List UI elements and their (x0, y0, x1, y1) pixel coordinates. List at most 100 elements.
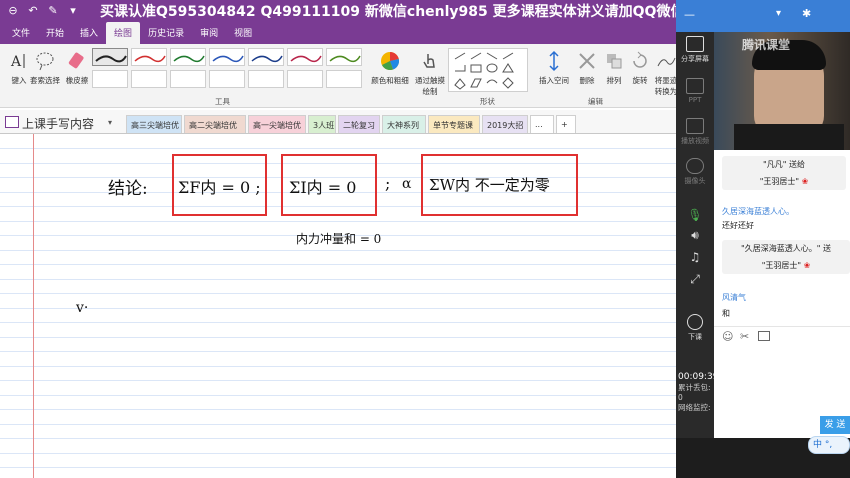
pin-icon[interactable]: ✱ (802, 7, 811, 20)
quick-access-dropdown-icon[interactable]: ▾ (66, 4, 80, 18)
pen-green[interactable] (170, 48, 206, 66)
pen-slot-empty[interactable] (287, 70, 323, 88)
ruled-line (0, 351, 676, 352)
gift-recipient: "王羽居士" (759, 177, 800, 186)
speaker-icon[interactable]: 🔊︎ (676, 228, 714, 243)
ruled-line (0, 148, 676, 149)
section-tab[interactable]: + (556, 115, 576, 133)
lasso-select-button[interactable]: 套索选择 (28, 48, 62, 98)
image-icon[interactable] (758, 331, 770, 341)
section-tab[interactable]: 单节专题课 (428, 115, 480, 133)
pen-slot-empty[interactable] (209, 70, 245, 88)
pen-olive[interactable] (326, 48, 362, 66)
share-screen-icon (686, 36, 704, 52)
insert-space-label: 插入空间 (539, 76, 569, 85)
mic-icon[interactable]: 🎙︎ (676, 208, 714, 222)
chat-user-2[interactable]: 风清气 (722, 292, 746, 303)
section-tab[interactable]: 二轮复习 (338, 115, 380, 133)
ink-to-shape-icon (657, 57, 676, 67)
lasso-label: 套索选择 (30, 76, 60, 85)
pen-stroke-icon (173, 55, 205, 63)
pen-darkblue[interactable] (248, 48, 284, 66)
section-tab[interactable]: 3人班 (308, 115, 336, 133)
color-label: 颜色和粗细 (371, 76, 409, 85)
equation-work: ΣW内 不一定为零 (429, 176, 550, 194)
panel-dropdown-icon[interactable]: ▾ (776, 8, 781, 19)
notebook-icon[interactable] (5, 116, 19, 128)
conclusion-label: 结论: (108, 179, 148, 199)
arrange-label: 排列 (606, 76, 622, 85)
pen-slot-empty[interactable] (326, 70, 362, 88)
pen-stroke-icon (290, 55, 322, 63)
end-class-button[interactable]: 下课 (676, 314, 714, 342)
insert-space-icon (549, 50, 559, 72)
note-page[interactable]: 结论: ΣF内 = 0 ; ΣI内 = 0 ; α ΣW内 不一定为零 内力冲量… (0, 134, 676, 478)
gift-message-2: "久居深海蓝透人心。" 送 "王羽居士" ❀ (722, 240, 850, 274)
undo-icon[interactable]: ↶ (26, 4, 40, 18)
notebook-dropdown-icon[interactable]: ▾ (108, 118, 112, 127)
arrange-icon (607, 54, 622, 69)
back-icon[interactable]: ⊖ (6, 4, 20, 18)
play-video-icon (686, 118, 704, 134)
pen-black[interactable] (92, 48, 128, 66)
section-tab[interactable]: 高三尖端培优 (126, 115, 182, 133)
page-margin-line (33, 134, 34, 478)
section-tab[interactable]: 高二尖端培优 (184, 115, 246, 133)
panel-minimize-icon[interactable]: — (684, 8, 695, 21)
ruled-line (0, 423, 676, 425)
chat-user-1[interactable]: 久居深海蓝透人心。 (722, 206, 794, 217)
tab-review[interactable]: 审阅 (192, 22, 226, 44)
ruled-line (0, 394, 676, 396)
pen-slot-empty[interactable] (170, 70, 206, 88)
tab-view[interactable]: 视图 (226, 22, 260, 44)
section-tab[interactable]: 大神系列 (382, 115, 426, 133)
fullscreen-icon[interactable]: ⤢ (676, 272, 714, 287)
tab-history[interactable]: 历史记录 (140, 22, 192, 44)
eraser-label: 橡皮擦 (65, 76, 89, 85)
ruled-line (0, 380, 676, 381)
share-label: 分享屏幕 (681, 55, 709, 63)
shapes-gallery[interactable] (448, 48, 528, 92)
section-tab[interactable]: 高一尖端培优 (248, 115, 306, 133)
pen-red[interactable] (131, 48, 167, 66)
arrange-button[interactable]: 排列 (600, 48, 628, 98)
rotate-button[interactable]: 旋转 (626, 48, 654, 98)
camera-button[interactable]: 摄像头 (676, 158, 714, 186)
pen-slot-empty[interactable] (92, 70, 128, 88)
draw-with-touch-button[interactable]: 通过触摸绘制 (412, 48, 448, 98)
share-screen-button[interactable]: 分享屏幕 (676, 36, 714, 64)
delete-label: 删除 (579, 76, 595, 85)
camera-icon (686, 158, 704, 174)
ppt-button[interactable]: PPT (676, 78, 714, 104)
ime-indicator[interactable]: 中 °, (808, 436, 850, 454)
impulse-sum-note: 内力冲量和 = 0 (296, 232, 382, 246)
rose-icon: ❀ (803, 261, 811, 270)
tab-insert[interactable]: 插入 (72, 22, 106, 44)
emoji-icon[interactable]: ☺ (722, 330, 733, 343)
tab-file[interactable]: 文件 (4, 22, 38, 44)
insert-space-button[interactable]: 插入空间 (534, 48, 574, 98)
music-icon[interactable]: ♫ (676, 250, 714, 264)
tab-draw[interactable]: 绘图 (106, 22, 141, 44)
velocity-mark: v· (76, 300, 89, 316)
gift-recipient-2: "王羽居士" (761, 261, 802, 270)
color-thickness-button[interactable]: 颜色和粗细 (370, 48, 410, 98)
section-tab[interactable]: 2019大招 (482, 115, 528, 133)
send-button[interactable]: 发 送 (820, 416, 850, 434)
pen-stroke-icon (212, 55, 244, 63)
delete-x-icon (579, 53, 595, 69)
pen-slot-empty[interactable] (248, 70, 284, 88)
scissors-icon[interactable]: ✂ (740, 330, 749, 343)
play-video-button[interactable]: 播放视频 (676, 118, 714, 146)
pen-crimson[interactable] (287, 48, 323, 66)
eraser-button[interactable]: 橡皮擦 (60, 48, 94, 98)
pen-quick-icon[interactable]: ✎ (46, 4, 60, 18)
convert-label: 将墨迹转换为 (654, 76, 678, 96)
gift-line-2: "王羽居士" ❀ (728, 176, 840, 187)
delete-button[interactable]: 删除 (572, 48, 602, 98)
notebook-title[interactable]: 上课手写内容 (22, 115, 94, 132)
tab-home[interactable]: 开始 (38, 22, 72, 44)
section-tab[interactable]: ... (530, 115, 554, 133)
pen-slot-empty[interactable] (131, 70, 167, 88)
pen-blue[interactable] (209, 48, 245, 66)
